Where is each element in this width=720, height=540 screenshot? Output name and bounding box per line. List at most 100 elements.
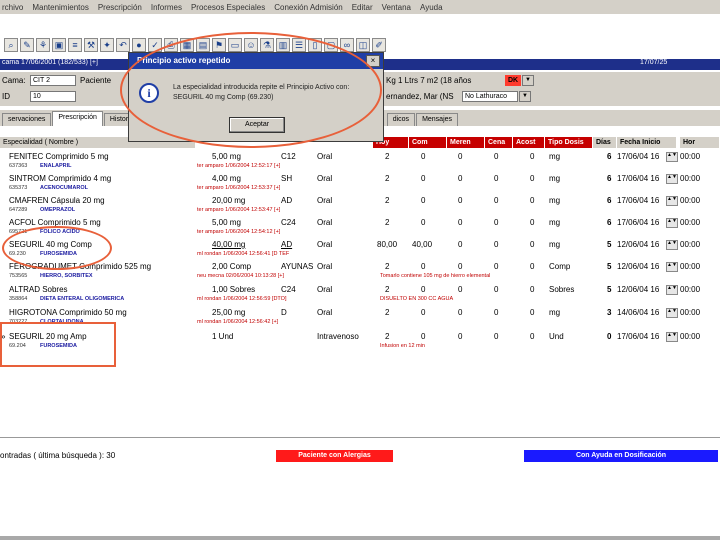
med-days: 3 (607, 308, 612, 317)
med-hoy: 2 (385, 332, 390, 341)
tree-icon[interactable]: ⚘ (36, 38, 50, 52)
med-route: Oral (317, 196, 333, 205)
med-cena: 0 (494, 174, 499, 183)
annotation-seguril-circle (2, 226, 112, 270)
insurance-field[interactable]: No Lathuraco (462, 91, 518, 102)
med-acost: 0 (530, 174, 535, 183)
id-field[interactable]: 10 (30, 91, 76, 102)
window-bottom-edge (0, 536, 720, 540)
col-meren[interactable]: Meren (447, 137, 485, 148)
med-cena: 0 (494, 332, 499, 341)
med-prescriber: ml rondan 1/06/2004 12:56:41 [D TEF (197, 251, 290, 257)
med-meren: 0 (458, 308, 463, 317)
med-name: SINTROM Comprimido 4 mg (9, 174, 112, 183)
results-count: ontradas ( última búsqueda ): 30 (0, 451, 116, 460)
chevron-down-icon[interactable]: ▼ (519, 91, 531, 102)
med-com: 0 (421, 308, 426, 317)
med-days: 6 (607, 174, 612, 183)
menu-informes[interactable]: Informes (151, 3, 182, 12)
med-dose: 40,00 mg (212, 240, 246, 249)
table-row[interactable]: ALTRAD Sobres 358864 DIETA ENTERAL OLIGO… (0, 283, 720, 305)
col-com[interactable]: Com (409, 137, 447, 148)
med-time: 00:00 (680, 285, 701, 294)
window-icon[interactable]: ◫ (356, 38, 370, 52)
spinner-icon[interactable]: ▲▼ (666, 196, 678, 206)
band-date: 17/07/25 (640, 59, 668, 66)
menu-prescripcion[interactable]: Prescripción (98, 3, 142, 12)
table-row[interactable]: ACFOL Comprimido 5 mg 695721 FOLICO ACID… (0, 216, 720, 238)
table-row[interactable]: FEROGRADUMET Comprimido 525 mg 753565 HI… (0, 260, 720, 282)
med-days: 5 (607, 262, 612, 271)
menu-procesos-especiales[interactable]: Procesos Especiales (191, 3, 265, 12)
med-com: 0 (421, 332, 426, 341)
col-acost[interactable]: Acost (513, 137, 545, 148)
tools-icon[interactable]: ⚒ (84, 38, 98, 52)
spinner-icon[interactable]: ▲▼ (666, 174, 678, 184)
med-time: 00:00 (680, 332, 701, 341)
med-unit: Comp (549, 262, 571, 271)
med-time: 00:00 (680, 152, 701, 161)
tab-medicos[interactable]: dicos (386, 113, 416, 126)
menu-mantenimientos[interactable]: Mantenimientos (32, 3, 88, 12)
cama-field[interactable]: CIT 2 (30, 75, 76, 86)
table-row[interactable]: FENITEC Comprimido 5 mg 637363 ENALAPRIL… (0, 150, 720, 172)
med-hoy: 80,00 (377, 240, 398, 249)
table-row[interactable]: SINTROM Comprimido 4 mg 635373 ACENOCUMA… (0, 172, 720, 194)
binoculars-icon[interactable]: ⌕ (4, 38, 18, 52)
med-frequency: C24 (281, 285, 296, 294)
menu-archivo[interactable]: rchivo (2, 3, 23, 12)
record-icon[interactable]: ▣ (52, 38, 66, 52)
tab-observaciones[interactable]: servaciones (2, 113, 52, 126)
spinner-icon[interactable]: ▲▼ (666, 262, 678, 272)
col-tipo-dosis[interactable]: Tipo Dosis (545, 137, 593, 148)
med-com: 0 (421, 218, 426, 227)
med-route: Oral (317, 240, 333, 249)
menu-editar[interactable]: Editar (352, 3, 373, 12)
puzzle-icon[interactable]: ✦ (100, 38, 114, 52)
stack-icon[interactable]: ≡ (68, 38, 82, 52)
allergy-indicator[interactable]: Paciente con Alergias (276, 450, 393, 462)
menu-bar: rchivo Mantenimientos Prescripción Infor… (0, 0, 720, 14)
med-dose: 20,00 mg (212, 196, 246, 205)
med-dose: 1 Und (212, 332, 234, 341)
med-route: Oral (317, 285, 333, 294)
med-meren: 0 (458, 174, 463, 183)
med-days: 6 (607, 218, 612, 227)
med-date: 12/06/04 16 (617, 240, 660, 249)
med-cena: 0 (494, 218, 499, 227)
col-cena[interactable]: Cena (485, 137, 513, 148)
paciente-label: Paciente (80, 76, 112, 85)
chevron-down-icon[interactable]: ▼ (522, 75, 534, 86)
med-time: 00:00 (680, 308, 701, 317)
col-fecha-inicio[interactable]: Fecha Inicio (617, 137, 677, 148)
menu-ventana[interactable]: Ventana (382, 3, 411, 12)
col-dias[interactable]: Días (593, 137, 617, 148)
med-route: Oral (317, 218, 333, 227)
menu-conexion-admision[interactable]: Conexión Admisión (274, 3, 342, 12)
grid-divider (0, 437, 720, 438)
med-time: 00:00 (680, 262, 701, 271)
stop-icon[interactable]: ● (132, 38, 146, 52)
spinner-icon[interactable]: ▲▼ (666, 240, 678, 250)
spinner-icon[interactable]: ▲▼ (666, 152, 678, 162)
spinner-icon[interactable]: ▲▼ (666, 332, 678, 342)
edit-icon[interactable]: ✎ (20, 38, 34, 52)
pen-icon[interactable]: ✐ (372, 38, 386, 52)
table-row[interactable]: CMAFREN Cápsula 20 mg 647289 OMEPRAZOL 2… (0, 194, 720, 216)
med-route: Oral (317, 174, 333, 183)
tab-prescripcion[interactable]: Prescripción (52, 111, 103, 126)
spinner-icon[interactable]: ▲▼ (666, 218, 678, 228)
med-cena: 0 (494, 152, 499, 161)
spinner-icon[interactable]: ▲▼ (666, 285, 678, 295)
med-time: 00:00 (680, 196, 701, 205)
med-date: 17/06/04 16 (617, 218, 660, 227)
menu-ayuda[interactable]: Ayuda (420, 3, 443, 12)
dosing-help-indicator[interactable]: Con Ayuda en Dosificación (524, 450, 718, 462)
med-cena: 0 (494, 285, 499, 294)
col-hora[interactable]: Hor (680, 137, 720, 148)
med-prescriber: ml rondan 1/06/2004 12:56:42 [+] (197, 319, 279, 325)
tab-mensajes[interactable]: Mensajes (416, 113, 459, 126)
spinner-icon[interactable]: ▲▼ (666, 308, 678, 318)
undo-icon[interactable]: ↶ (116, 38, 130, 52)
med-unit: Und (549, 332, 564, 341)
